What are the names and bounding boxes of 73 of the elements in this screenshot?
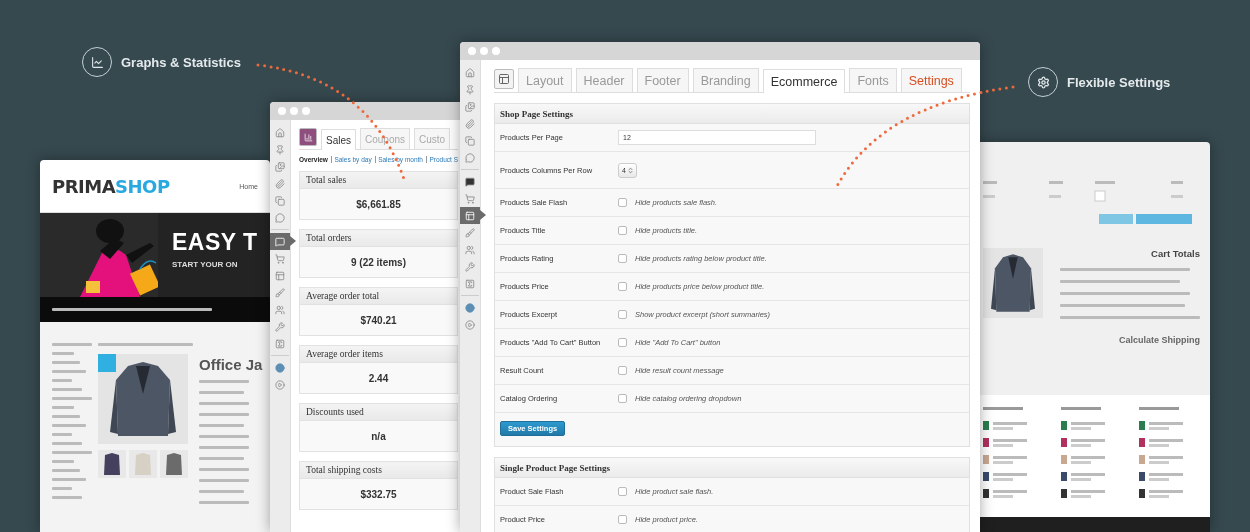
images-icon <box>275 161 285 172</box>
chat-box-icon <box>465 176 475 187</box>
paperclip-icon <box>275 178 285 189</box>
checkbox[interactable] <box>618 515 627 524</box>
stat-title: Total orders <box>306 233 352 243</box>
play-icon <box>275 379 285 390</box>
comment-icon <box>465 152 475 163</box>
chart-icon <box>299 128 317 146</box>
panel-title: Single Product Page Settings <box>500 462 611 473</box>
stat-title: Average order total <box>306 291 380 301</box>
stat-value: $6,661.85 <box>355 197 402 212</box>
stat-title: Discounts used <box>306 407 364 417</box>
tab[interactable]: Branding <box>692 68 759 92</box>
cart-icon <box>275 253 285 264</box>
product-title: Office Ja <box>199 356 263 373</box>
pin-icon <box>275 144 285 155</box>
stat-value: 9 (22 items) <box>350 255 407 270</box>
checkbox[interactable] <box>618 282 627 291</box>
banner-subtitle: START YOUR ON <box>172 260 239 269</box>
paperclip-icon <box>465 118 475 129</box>
tab[interactable]: Fonts <box>849 68 897 92</box>
checkbox[interactable] <box>618 226 627 235</box>
tab[interactable]: Sales <box>321 129 356 150</box>
users-icon <box>465 244 475 255</box>
stat-value: n/a <box>370 429 387 444</box>
wrench-icon <box>275 321 285 332</box>
chat-box-icon <box>275 236 285 247</box>
stat-value: 2.44 <box>367 371 390 386</box>
checkbox[interactable] <box>618 394 627 403</box>
tab[interactable]: Footer <box>636 68 689 92</box>
sigma-box-icon <box>465 278 475 289</box>
wrench-icon <box>465 261 475 272</box>
dot-icon <box>465 302 475 313</box>
brush-icon <box>465 227 475 238</box>
checkbox[interactable] <box>618 310 627 319</box>
cart-icon <box>465 193 475 204</box>
checkbox[interactable] <box>618 198 627 207</box>
pin-icon <box>465 84 475 95</box>
callout-label: Graphs & Statistics <box>121 54 241 70</box>
layout-icon <box>494 69 514 89</box>
callout-label: Flexible Settings <box>1067 74 1171 90</box>
images-icon <box>465 101 475 112</box>
sigma-box-icon <box>275 338 285 349</box>
checkbox[interactable] <box>618 338 627 347</box>
tab[interactable]: Settings <box>900 68 962 92</box>
checkbox[interactable] <box>618 487 627 496</box>
brush-icon <box>275 287 285 298</box>
stat-title: Average order items <box>306 349 383 359</box>
checkbox[interactable] <box>618 254 627 263</box>
stat-title: Total shipping costs <box>306 465 382 475</box>
panel-title: Shop Page Settings <box>500 108 573 119</box>
up-down-arrows-icon <box>626 166 634 174</box>
stat-value: $740.21 <box>359 313 398 328</box>
dot-icon <box>275 362 285 373</box>
pages-icon <box>275 195 285 206</box>
stat-value: $332.75 <box>359 487 398 502</box>
users-icon <box>275 304 285 315</box>
layout-icon <box>465 210 475 221</box>
layout-icon <box>275 270 285 281</box>
play-icon <box>465 319 475 330</box>
tab[interactable]: Header <box>575 68 633 92</box>
cart-totals-title: Cart Totals <box>1151 248 1200 259</box>
pages-icon <box>465 135 475 146</box>
comment-icon <box>275 212 285 223</box>
checkbox[interactable] <box>618 366 627 375</box>
stat-title: Total sales <box>306 175 347 185</box>
tab[interactable]: Layout <box>518 68 572 92</box>
home-icon <box>465 67 475 78</box>
home-icon <box>275 127 285 138</box>
tab[interactable]: Ecommerce <box>762 69 846 93</box>
shop-logo: PRIMASHOP <box>52 175 170 197</box>
banner-title: EASY T <box>172 229 258 256</box>
shipping-title: Calculate Shipping <box>1119 335 1200 345</box>
